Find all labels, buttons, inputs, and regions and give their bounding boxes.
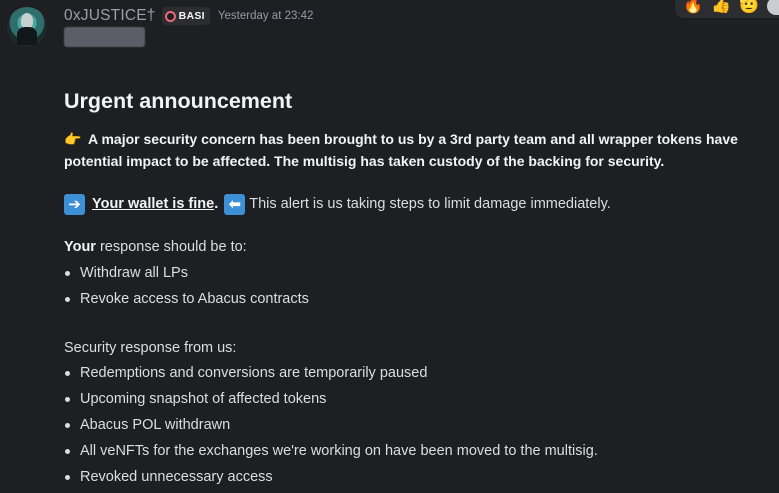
left-arrow-icon: ⬅ [224, 193, 246, 215]
security-concern-text: 👉 A major security concern has been broug… [64, 128, 779, 172]
wallet-fine-text: Your wallet is fine [92, 196, 215, 212]
fire-icon[interactable]: 🔥 [683, 0, 703, 14]
role-tag[interactable]: BASI [161, 7, 210, 25]
user-avatar[interactable] [7, 7, 47, 47]
reaction-bar: 🔥 👍 🫡 [675, 0, 779, 18]
list-item: Withdraw all LPs [64, 260, 309, 286]
list-item: All veNFTs for the exchanges we're worki… [64, 438, 598, 464]
security-heading: Security response from us: [64, 340, 237, 356]
thumbs-up-icon[interactable]: 👍 [711, 0, 731, 14]
announcement-title: Urgent announcement [64, 89, 293, 113]
list-item: Redemptions and conversions are temporar… [64, 360, 598, 386]
list-item: Upcoming snapshot of affected tokens [64, 386, 598, 412]
user-actions-list: Withdraw all LPs Revoke access to Abacus… [64, 260, 309, 312]
response-heading: Your response should be to: [64, 236, 247, 258]
role-tag-label: BASI [178, 10, 205, 22]
concern-text: A major security concern has been brough… [64, 131, 738, 169]
response-heading-rest: response should be to: [95, 239, 247, 255]
right-arrow-icon: ➔ [64, 193, 85, 215]
redacted-content [64, 27, 145, 47]
pointing-hand-icon: 👉 [64, 131, 82, 147]
author-name[interactable]: 0xJUSTICE† [64, 7, 156, 25]
list-item: Abacus POL withdrawn [64, 412, 598, 438]
response-heading-bold: Your [64, 239, 96, 255]
salute-face-icon[interactable]: 🫡 [739, 0, 759, 14]
wallet-status-line: ➔ Your wallet is fine . ⬅ This alert is … [64, 192, 611, 216]
security-actions-list: Redemptions and conversions are temporar… [64, 360, 598, 490]
more-reactions-button[interactable] [767, 0, 779, 15]
list-item: Revoked unnecessary access [64, 464, 598, 490]
message-header: 0xJUSTICE† BASI Yesterday at 23:42 [64, 6, 313, 26]
message-timestamp[interactable]: Yesterday at 23:42 [218, 10, 313, 22]
alert-text: This alert is us taking steps to limit d… [249, 196, 611, 212]
list-item: Revoke access to Abacus contracts [64, 286, 309, 312]
period: . [214, 196, 219, 212]
role-dot-icon [164, 10, 176, 22]
